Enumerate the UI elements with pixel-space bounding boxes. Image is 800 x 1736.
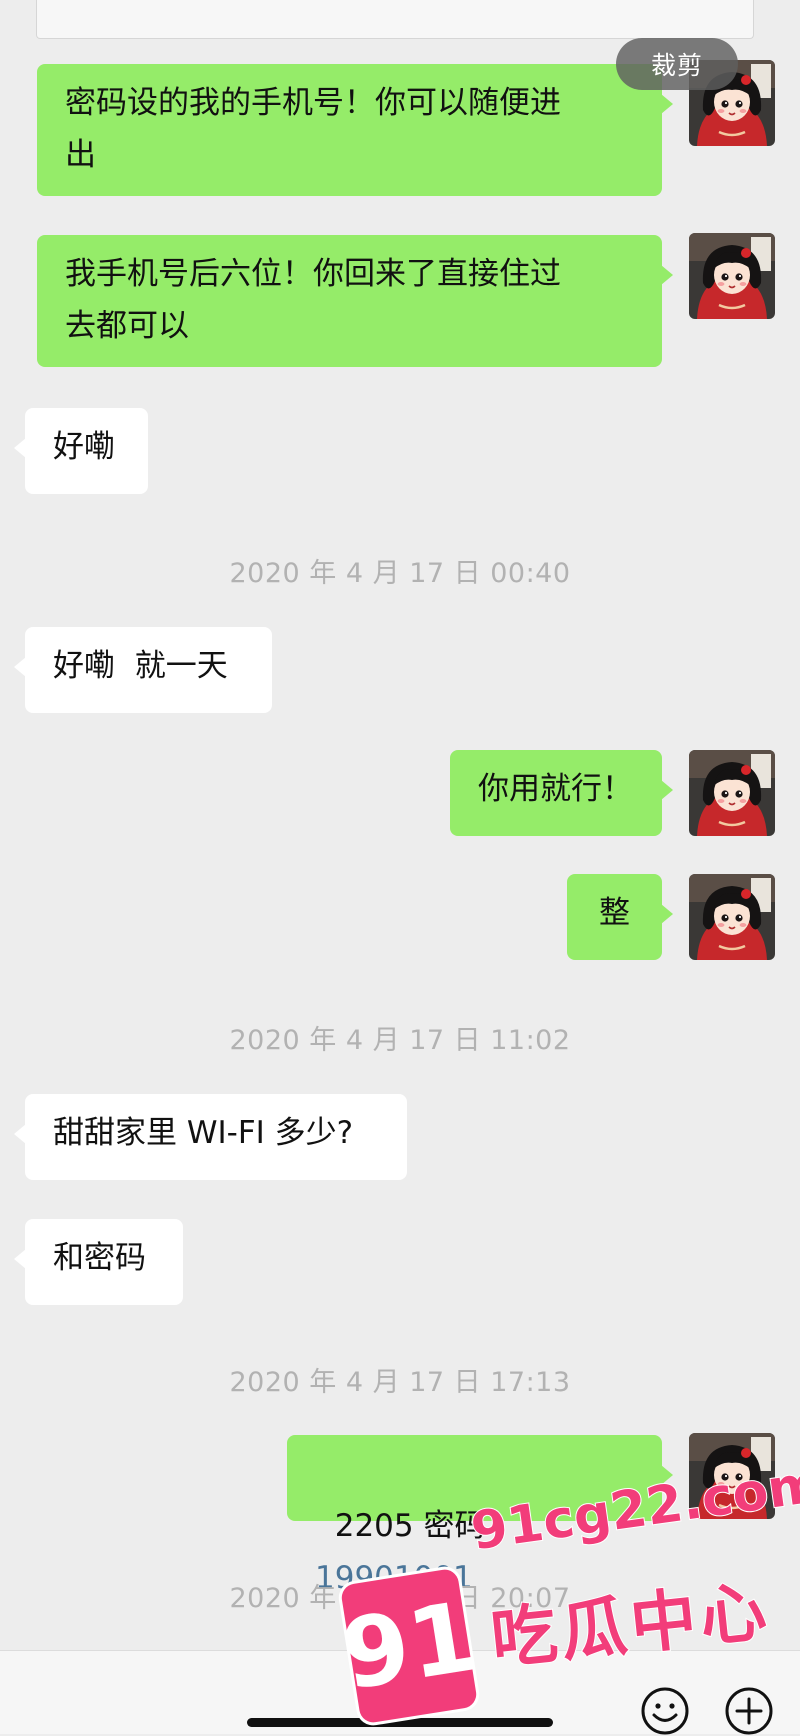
girl-avatar-icon <box>689 874 775 960</box>
watermark: 91cg22.com 91 吃瓜中心 <box>330 1453 800 1733</box>
message-bubble-received[interactable]: 甜甜家里 WI-FI 多少? <box>14 1094 407 1180</box>
avatar[interactable] <box>689 750 775 836</box>
crop-button[interactable]: 裁剪 <box>616 38 738 90</box>
message-bubble-received[interactable]: 好嘞 就一天 <box>14 627 272 713</box>
timestamp: 2020 年 4 月 17 日 17:13 <box>229 1367 571 1398</box>
avatar[interactable] <box>689 874 775 960</box>
watermark-name: 吃瓜中心 <box>486 1572 775 1680</box>
girl-avatar-icon <box>689 233 775 319</box>
avatar[interactable] <box>689 233 775 319</box>
input-card[interactable] <box>36 0 754 39</box>
message-bubble-sent[interactable]: 你用就行！ <box>450 750 673 836</box>
message-bubble-received[interactable]: 和密码 <box>14 1219 183 1305</box>
timestamp: 2020 年 4 月 17 日 11:02 <box>229 1025 571 1056</box>
message-bubble-received[interactable]: 好嘞 <box>14 408 148 494</box>
watermark-badge: 91 <box>334 1567 484 1725</box>
message-bubble-sent[interactable]: 密码设的我的手机号！你可以随便进 出 <box>37 64 673 196</box>
message-bubble-sent[interactable]: 我手机号后六位！你回来了直接住过 去都可以 <box>37 235 673 367</box>
girl-avatar-icon <box>689 750 775 836</box>
timestamp: 2020 年 4 月 17 日 00:40 <box>229 558 571 589</box>
message-bubble-sent[interactable]: 整 <box>567 874 673 960</box>
